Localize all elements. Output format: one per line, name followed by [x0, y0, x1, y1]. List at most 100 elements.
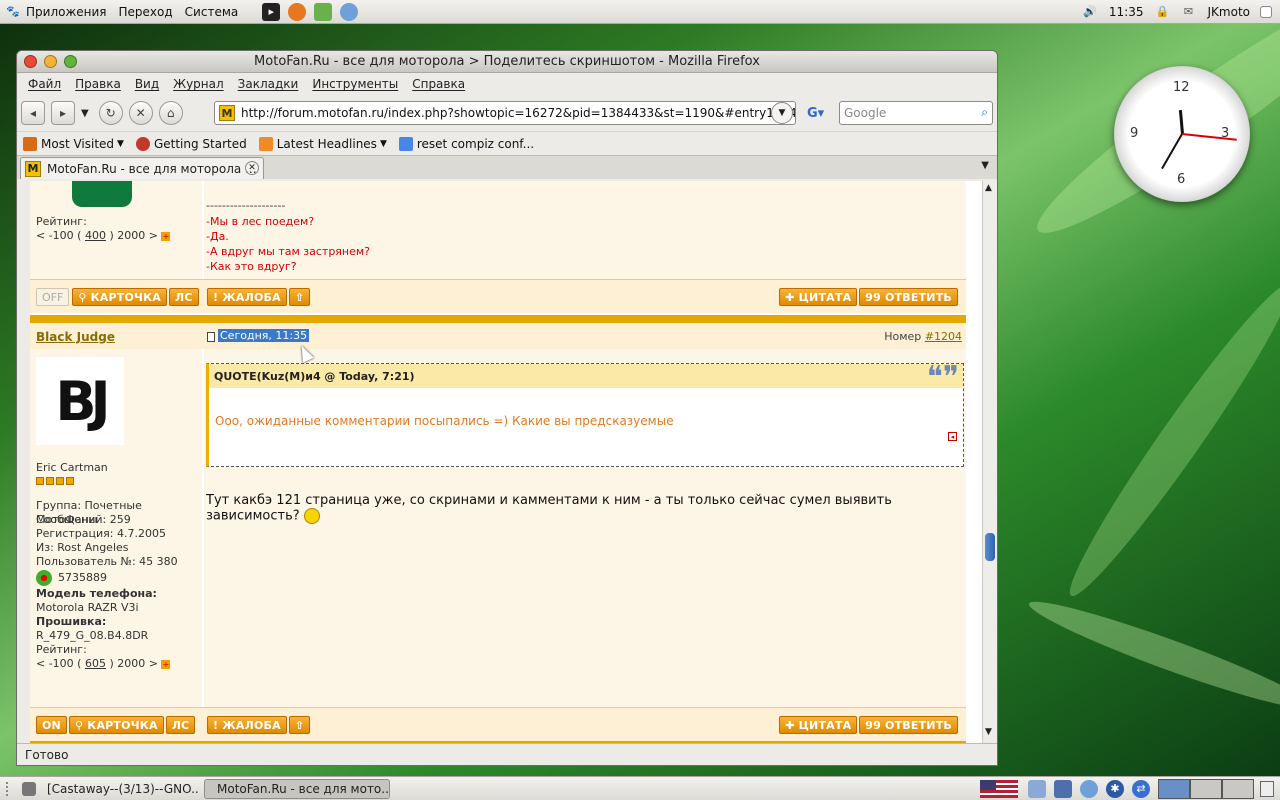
mail-icon[interactable]: ✉ — [1180, 3, 1198, 21]
bookmark-reset-compiz[interactable]: reset compiz conf... — [398, 136, 534, 151]
rating-plus-icon[interactable]: + — [161, 660, 171, 669]
show-desktop-icon[interactable] — [1260, 5, 1272, 18]
quote-button[interactable]: ✚ ЦИТАТА — [779, 716, 858, 734]
accessibility-icon[interactable]: ✱ — [1106, 779, 1124, 798]
trash-icon[interactable] — [1260, 780, 1274, 797]
search-icon[interactable]: ⌕ — [981, 105, 988, 120]
taskbar-item-terminal[interactable]: [Castaway--(3/13)--GNO... — [40, 779, 200, 799]
post-date-link[interactable]: Сегодня, 11:35 — [218, 329, 310, 342]
back-button[interactable]: ◂ — [21, 101, 45, 125]
menu-tools[interactable]: Инструменты — [305, 77, 405, 91]
compiz-icon[interactable] — [1054, 779, 1072, 798]
workspace-2[interactable] — [1190, 778, 1222, 799]
window-title: MotoFan.Ru - все для моторола > Поделите… — [254, 54, 760, 69]
scroll-top-button[interactable]: ⇧ — [288, 716, 311, 734]
rating-value-link[interactable]: 400 — [85, 229, 106, 242]
scroll-down-arrow-icon[interactable]: ▼ — [985, 727, 992, 737]
page-scrollbar[interactable]: ▲ ▼ — [982, 181, 997, 743]
url-dropdown-button[interactable]: ▼ — [771, 102, 793, 124]
android-icon[interactable] — [314, 2, 333, 21]
firefox-bookmark-icon — [135, 136, 150, 151]
panel-username[interactable]: JKmoto — [1202, 0, 1257, 24]
private-message-button[interactable]: ЛС — [165, 716, 196, 734]
quote-button[interactable]: ✚ ЦИТАТА — [779, 288, 858, 306]
post-header: Black Judge Сегодня, 11:35 Номер #1204 — [30, 323, 966, 349]
reload-button[interactable]: ↻ — [98, 101, 123, 125]
reply-button[interactable]: 99 ОТВЕТИТЬ — [859, 716, 958, 734]
menu-help[interactable]: Справка — [405, 77, 472, 91]
tab-list-dropdown-icon[interactable]: ▼ — [981, 160, 989, 171]
menu-file[interactable]: Файл — [21, 77, 68, 91]
menu-view[interactable]: Вид — [128, 77, 166, 91]
user-location: Из: Rost Angeles — [36, 541, 129, 554]
signature-line: -А вдруг мы там застрянем? — [206, 245, 371, 258]
us-flag-icon[interactable] — [980, 779, 1018, 798]
terminal-icon[interactable]: ▸ — [262, 2, 281, 21]
window-titlebar[interactable]: MotoFan.Ru - все для моторола > Поделите… — [17, 51, 997, 73]
gnome-foot-icon[interactable]: 🐾 — [4, 3, 22, 21]
clock-number-12: 12 — [1173, 80, 1190, 95]
home-button[interactable]: ⌂ — [158, 101, 183, 125]
history-dropdown-icon[interactable]: ▼ — [81, 108, 89, 119]
user-messages: Сообщений: 259 — [36, 513, 131, 526]
author-name-link[interactable]: Black Judge — [36, 330, 115, 344]
bookmark-most-visited[interactable]: Most Visited ▼ — [23, 136, 124, 151]
tab-title: MotoFan.Ru - все для моторола ... — [47, 161, 257, 176]
network-icon[interactable] — [1028, 779, 1046, 798]
clock-hour-hand — [1178, 109, 1184, 135]
menu-places[interactable]: Переход — [113, 0, 179, 24]
pidgin-icon[interactable] — [340, 2, 359, 21]
rating-label: Рейтинг: — [36, 643, 87, 656]
quote-collapse-icon[interactable]: ◂ — [948, 432, 957, 441]
search-engine-icon[interactable]: G▾ — [807, 106, 824, 121]
report-button[interactable]: ! ЖАЛОБА — [207, 716, 287, 734]
profile-card-button[interactable]: ⚲ КАРТОЧКА — [72, 288, 168, 306]
post-number: Номер #1204 — [884, 330, 962, 343]
report-button[interactable]: ! ЖАЛОБА — [207, 288, 287, 306]
menu-bookmarks[interactable]: Закладки — [231, 77, 306, 91]
url-text: http://forum.motofan.ru/index.php?showto… — [241, 106, 796, 120]
forum-post: Black Judge Сегодня, 11:35 Номер #1204 B… — [30, 323, 982, 743]
rating-plus-icon[interactable]: + — [161, 232, 171, 241]
bookmark-getting-started[interactable]: Getting Started — [135, 136, 247, 151]
taskbar-item-firefox[interactable]: MotoFan.Ru - все для мото... — [204, 778, 390, 799]
post-footer: ON ⚲ КАРТОЧКА ЛС ! ЖАЛОБА ⇧ ✚ ЦИТАТА 99 … — [30, 707, 966, 741]
url-bar[interactable]: M http://forum.motofan.ru/index.php?show… — [214, 101, 796, 125]
search-input[interactable]: Google ⌕ — [839, 101, 993, 125]
menu-system[interactable]: Система — [179, 0, 245, 24]
scrollbar-thumb[interactable] — [985, 533, 995, 561]
menu-edit[interactable]: Правка — [68, 77, 128, 91]
icq-row[interactable]: 5735889 — [36, 570, 107, 586]
rating-value-link[interactable]: 605 — [85, 657, 106, 670]
scroll-top-button[interactable]: ⇧ — [288, 288, 311, 306]
workspace-3[interactable] — [1222, 778, 1254, 799]
private-message-button[interactable]: ЛС — [169, 288, 199, 306]
tab-bar: M MotoFan.Ru - все для моторола ... ✕ ▼ — [17, 155, 997, 179]
profile-card-button[interactable]: ⚲ КАРТОЧКА — [68, 716, 164, 734]
reply-button[interactable]: 99 ОТВЕТИТЬ — [859, 288, 958, 306]
clock-minute-hand — [1161, 133, 1183, 170]
volume-icon[interactable]: 🔊 — [1081, 3, 1099, 21]
forward-button[interactable]: ▸ — [51, 101, 75, 125]
post-number-link[interactable]: #1204 — [925, 330, 962, 343]
stop-button[interactable]: ✕ — [128, 101, 153, 125]
firefox-icon[interactable] — [288, 2, 307, 21]
most-visited-icon — [23, 136, 37, 151]
grin-smiley-icon — [303, 508, 320, 524]
tab-close-icon[interactable]: ✕ — [245, 161, 259, 175]
tab-motofan[interactable]: M MotoFan.Ru - все для моторола ... ✕ — [20, 157, 264, 179]
menu-history[interactable]: Журнал — [166, 77, 231, 91]
menu-applications[interactable]: Приложения — [26, 0, 113, 24]
pidgin-tray-icon[interactable] — [1080, 779, 1098, 798]
panel-clock[interactable]: 11:35 — [1103, 0, 1150, 24]
wallpaper-blade — [1023, 589, 1280, 721]
bookmark-latest-headlines[interactable]: Latest Headlines ▼ — [258, 136, 387, 151]
bluetooth-icon[interactable]: ⇄ — [1132, 779, 1150, 798]
post-body-column: -------------------- -Мы в лес поедем? -… — [204, 181, 966, 279]
workspace-1[interactable] — [1158, 778, 1190, 799]
post-author-column: BJ Eric Cartman Группа: Почетные МотоФан… — [30, 349, 202, 707]
firefox-window: MotoFan.Ru - все для моторола > Поделите… — [16, 50, 998, 766]
lock-icon[interactable]: 🔒 — [1154, 3, 1172, 21]
scroll-up-arrow-icon[interactable]: ▲ — [985, 183, 992, 193]
quote-header: QUOTE(Kuz(M)и4 @ Today, 7:21) — [209, 364, 963, 388]
